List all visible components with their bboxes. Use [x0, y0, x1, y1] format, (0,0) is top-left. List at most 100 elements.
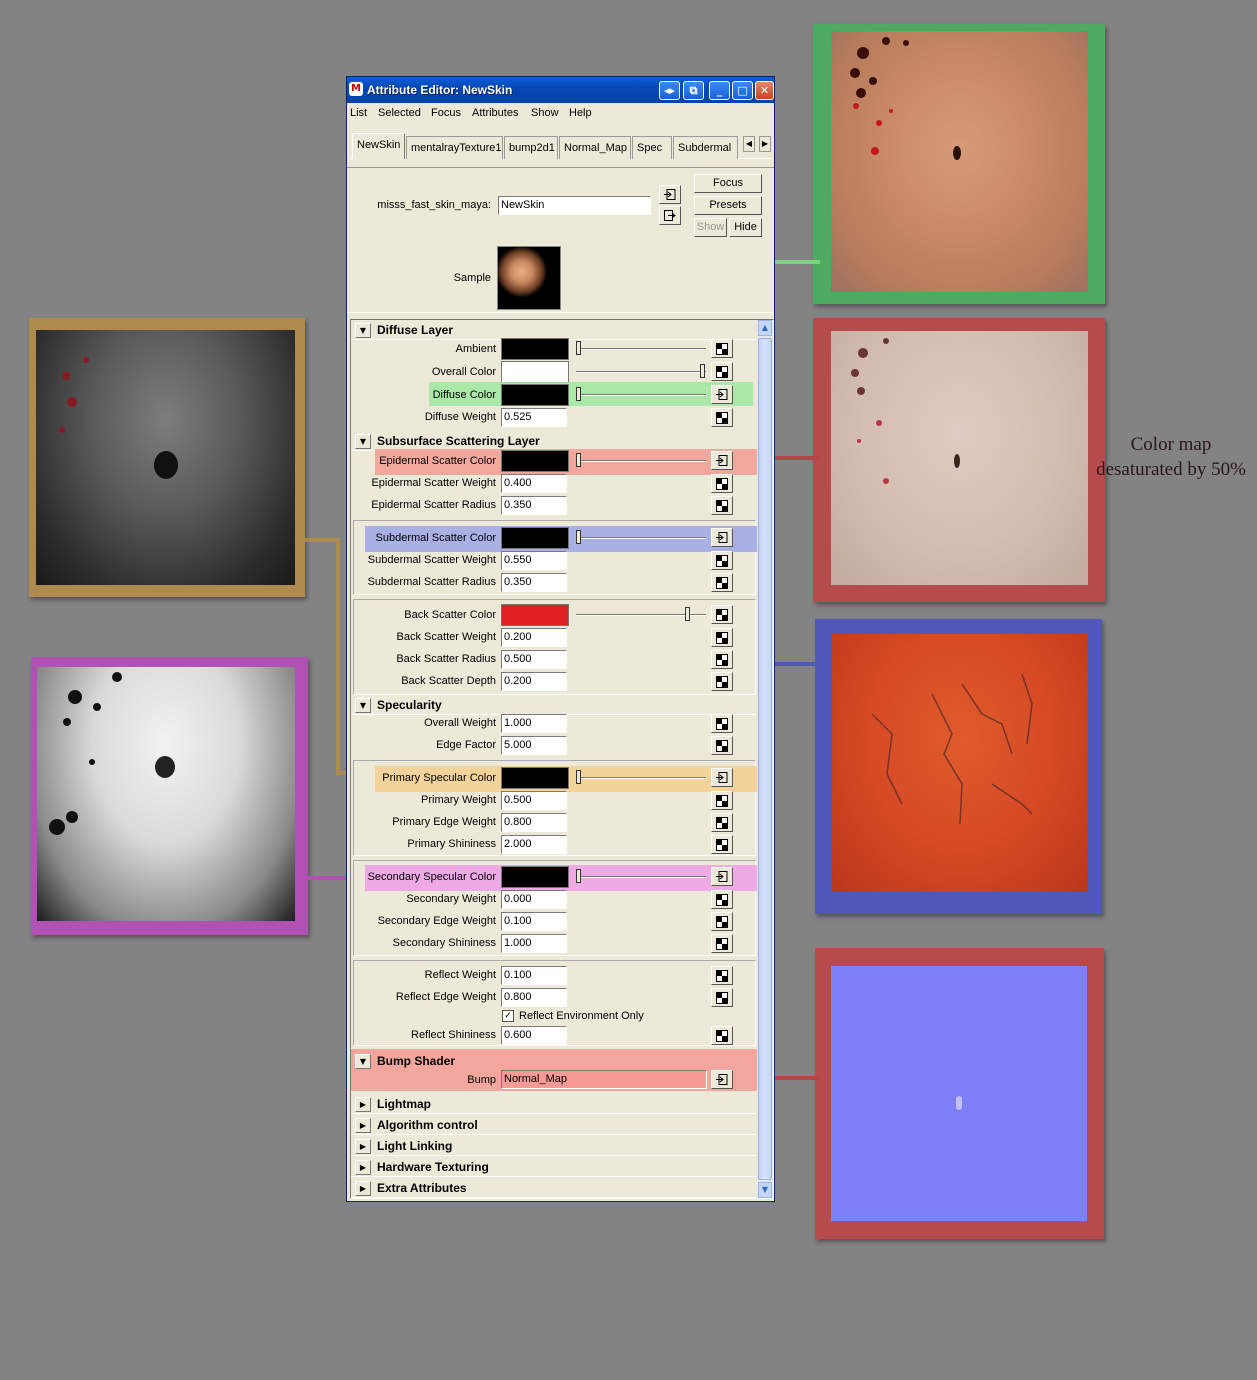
diffuse-color-map-icon[interactable]	[711, 385, 733, 404]
tab-newskin[interactable]: NewSkin	[352, 133, 405, 159]
back-scatter-color-slider-knob[interactable]	[685, 607, 691, 621]
primary-specular-color-slider[interactable]	[576, 768, 706, 788]
collapse-sss-icon[interactable]: ▼	[355, 434, 371, 449]
overall-weight-field[interactable]: 1.000	[501, 714, 567, 733]
reflect-edge-weight-map-icon[interactable]	[711, 988, 733, 1007]
hide-button[interactable]: Hide	[729, 218, 762, 237]
section-hardware-texturing[interactable]: ▶ Hardware Texturing	[351, 1157, 756, 1177]
bump-field[interactable]: Normal_Map	[501, 1070, 707, 1089]
bump-map-icon[interactable]	[711, 1070, 733, 1089]
primary-specular-color-swatch[interactable]	[501, 767, 569, 789]
overall-color-swatch[interactable]	[501, 361, 569, 383]
ambient-slider-knob[interactable]	[576, 341, 581, 355]
subdermal-weight-map-icon[interactable]	[711, 551, 733, 570]
primary-shininess-field[interactable]: 2.000	[501, 835, 567, 854]
section-diffuse-layer[interactable]: ▼ Diffuse Layer	[351, 320, 756, 340]
back-scatter-depth-map-icon[interactable]	[711, 672, 733, 691]
secondary-specular-color-swatch[interactable]	[501, 866, 569, 888]
epidermal-weight-map-icon[interactable]	[711, 474, 733, 493]
primary-shininess-map-icon[interactable]	[711, 835, 733, 854]
ambient-swatch[interactable]	[501, 338, 569, 360]
epidermal-color-slider[interactable]	[576, 451, 706, 471]
reflect-shininess-map-icon[interactable]	[711, 1026, 733, 1045]
tab-scroll-left-icon[interactable]: ◀	[743, 136, 755, 152]
maximize-button[interactable]: □	[732, 81, 753, 100]
toggle-layout-icon[interactable]: ◂▸	[659, 81, 680, 100]
menu-show[interactable]: Show	[531, 107, 559, 119]
epidermal-weight-field[interactable]: 0.400	[501, 474, 567, 493]
subdermal-color-map-icon[interactable]	[711, 528, 733, 547]
secondary-specular-color-slider-knob[interactable]	[576, 869, 581, 883]
subdermal-color-swatch[interactable]	[501, 527, 569, 549]
primary-specular-color-slider-knob[interactable]	[576, 770, 581, 784]
section-specularity[interactable]: ▼ Specularity	[351, 695, 756, 715]
menu-list[interactable]: List	[350, 107, 367, 119]
expand-extra-icon[interactable]: ▶	[355, 1181, 371, 1196]
back-scatter-color-slider[interactable]	[576, 605, 706, 625]
secondary-shininess-field[interactable]: 1.000	[501, 934, 567, 953]
focus-button[interactable]: Focus	[694, 174, 762, 193]
primary-edge-weight-field[interactable]: 0.800	[501, 813, 567, 832]
tab-bump2d1[interactable]: bump2d1	[504, 136, 558, 159]
minimize-button[interactable]: _	[709, 81, 730, 100]
title-bar[interactable]: M Attribute Editor: NewSkin ◂▸ ⧉ _ □ ✕	[347, 77, 774, 103]
primary-edge-weight-map-icon[interactable]	[711, 813, 733, 832]
diffuse-color-slider-knob[interactable]	[576, 387, 581, 401]
edge-factor-map-icon[interactable]	[711, 736, 733, 755]
tab-normal-map[interactable]: Normal_Map	[559, 136, 631, 159]
subdermal-weight-field[interactable]: 0.550	[501, 551, 567, 570]
reflect-env-only-checkbox[interactable]: ✓	[502, 1010, 514, 1022]
expand-algorithm-icon[interactable]: ▶	[355, 1118, 371, 1133]
section-lightmap[interactable]: ▶ Lightmap	[351, 1094, 756, 1114]
maya-app-icon[interactable]: M	[349, 82, 363, 96]
back-scatter-radius-map-icon[interactable]	[711, 650, 733, 669]
back-scatter-radius-field[interactable]: 0.500	[501, 650, 567, 669]
primary-weight-map-icon[interactable]	[711, 791, 733, 810]
menu-selected[interactable]: Selected	[378, 107, 421, 119]
reflect-shininess-field[interactable]: 0.600	[501, 1026, 567, 1045]
section-bump-shader[interactable]: ▼ Bump Shader	[351, 1051, 756, 1071]
subdermal-radius-field[interactable]: 0.350	[501, 573, 567, 592]
primary-specular-color-map-icon[interactable]	[711, 768, 733, 787]
scroll-up-icon[interactable]: ▲	[758, 320, 772, 336]
diffuse-color-slider[interactable]	[576, 385, 706, 405]
expand-lightmap-icon[interactable]: ▶	[355, 1097, 371, 1112]
close-button[interactable]: ✕	[755, 81, 774, 100]
vertical-scrollbar[interactable]: ▲ ▼	[757, 320, 773, 1198]
menu-attributes[interactable]: Attributes	[472, 107, 518, 119]
expand-light-linking-icon[interactable]: ▶	[355, 1139, 371, 1154]
epidermal-color-swatch[interactable]	[501, 450, 569, 472]
tab-scroll-right-icon[interactable]: ▶	[759, 136, 771, 152]
output-connection-icon[interactable]	[659, 206, 681, 225]
overall-weight-map-icon[interactable]	[711, 714, 733, 733]
subdermal-color-slider[interactable]	[576, 528, 706, 548]
edge-factor-field[interactable]: 5.000	[501, 736, 567, 755]
back-scatter-weight-field[interactable]: 0.200	[501, 628, 567, 647]
tab-mentalraytexture1[interactable]: mentalrayTexture1	[406, 136, 503, 159]
secondary-weight-map-icon[interactable]	[711, 890, 733, 909]
scroll-down-icon[interactable]: ▼	[758, 1182, 772, 1198]
copy-tab-icon[interactable]: ⧉	[683, 81, 704, 100]
show-button[interactable]: Show	[694, 218, 727, 237]
secondary-weight-field[interactable]: 0.000	[501, 890, 567, 909]
epidermal-radius-field[interactable]: 0.350	[501, 496, 567, 515]
ambient-map-icon[interactable]	[711, 339, 733, 358]
back-scatter-weight-map-icon[interactable]	[711, 628, 733, 647]
scrollbar-thumb[interactable]	[758, 338, 772, 1180]
diffuse-weight-map-icon[interactable]	[711, 408, 733, 427]
reflect-weight-map-icon[interactable]	[711, 966, 733, 985]
back-scatter-depth-field[interactable]: 0.200	[501, 672, 567, 691]
menu-focus[interactable]: Focus	[431, 107, 461, 119]
tab-subdermal[interactable]: Subdermal	[673, 136, 738, 159]
epidermal-radius-map-icon[interactable]	[711, 496, 733, 515]
presets-button[interactable]: Presets	[694, 196, 762, 215]
back-scatter-color-map-icon[interactable]	[711, 605, 733, 624]
collapse-diffuse-icon[interactable]: ▼	[355, 323, 371, 338]
secondary-specular-color-map-icon[interactable]	[711, 867, 733, 886]
subdermal-color-slider-knob[interactable]	[576, 530, 581, 544]
ambient-slider[interactable]	[576, 339, 706, 359]
section-sss-layer[interactable]: ▼ Subsurface Scattering Layer	[351, 431, 756, 451]
overall-color-slider-knob[interactable]	[700, 364, 705, 378]
secondary-shininess-map-icon[interactable]	[711, 934, 733, 953]
node-name-field[interactable]: NewSkin	[498, 196, 651, 215]
